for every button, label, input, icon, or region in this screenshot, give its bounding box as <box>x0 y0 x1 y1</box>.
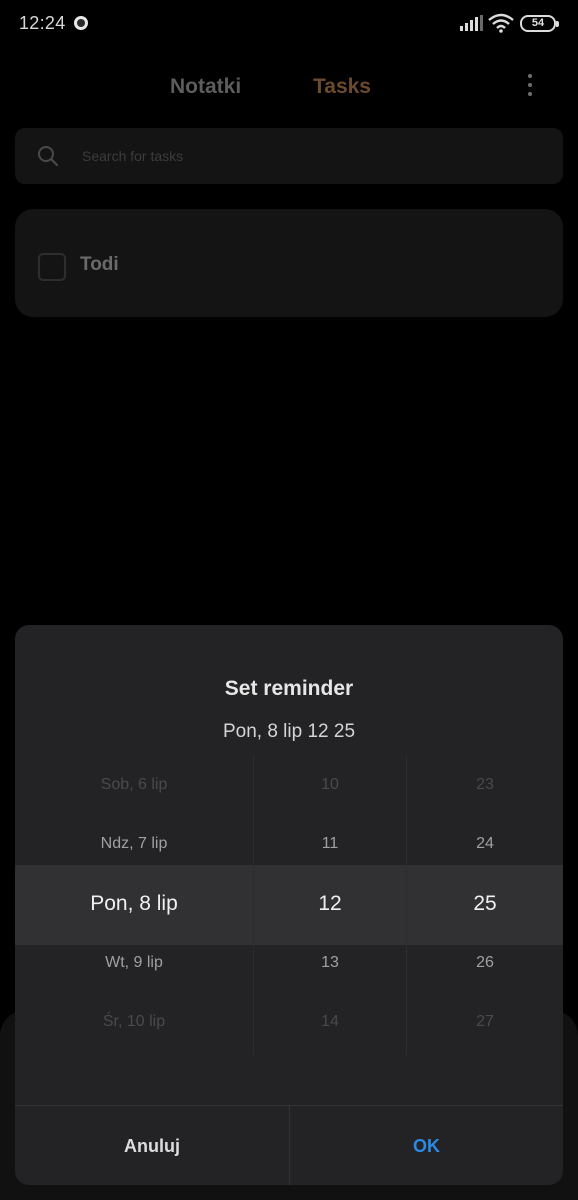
signal-icon <box>460 15 483 31</box>
hour-wheel[interactable]: 10 11 12 13 14 <box>254 755 406 1105</box>
date-option[interactable]: Sob, 6 lip <box>15 776 253 794</box>
date-wheel[interactable]: Sob, 6 lip Ndz, 7 lip Pon, 8 lip Wt, 9 l… <box>15 755 253 1105</box>
tab-notes[interactable]: Notatki <box>170 75 241 99</box>
minute-option-selected[interactable]: 25 <box>407 892 563 916</box>
more-options-icon[interactable] <box>524 74 536 102</box>
cancel-button[interactable]: Anuluj <box>15 1106 289 1185</box>
dialog-footer: Anuluj OK <box>15 1105 563 1185</box>
hour-option[interactable]: 14 <box>254 1013 406 1031</box>
search-icon <box>38 146 59 167</box>
hour-option[interactable]: 13 <box>254 954 406 972</box>
wifi-icon <box>488 13 514 33</box>
task-card[interactable]: Todi <box>15 209 563 317</box>
status-bar: 12:24 54 <box>0 0 578 48</box>
minute-wheel[interactable]: 23 24 25 26 27 <box>407 755 563 1105</box>
minute-option[interactable]: 24 <box>407 835 563 853</box>
set-reminder-dialog: Set reminder Pon, 8 lip 12 25 Sob, 6 lip… <box>15 625 563 1185</box>
date-option-selected[interactable]: Pon, 8 lip <box>15 892 253 916</box>
date-option[interactable]: Śr, 10 lip <box>15 1013 253 1031</box>
tab-tasks[interactable]: Tasks <box>313 75 371 99</box>
minute-option[interactable]: 27 <box>407 1013 563 1031</box>
hour-option[interactable]: 10 <box>254 776 406 794</box>
search-bar[interactable]: Search for tasks <box>15 128 563 184</box>
minute-option[interactable]: 23 <box>407 776 563 794</box>
ok-button[interactable]: OK <box>290 1106 563 1185</box>
hour-option[interactable]: 11 <box>254 835 406 853</box>
minute-option[interactable]: 26 <box>407 954 563 972</box>
hour-option-selected[interactable]: 12 <box>254 892 406 916</box>
dialog-title: Set reminder <box>224 677 354 700</box>
battery-icon: 54 <box>520 15 559 32</box>
status-time: 12:24 <box>19 13 66 33</box>
selected-datetime-summary: Pon, 8 lip 12 25 <box>222 721 356 742</box>
search-input[interactable]: Search for tasks <box>82 148 183 164</box>
datetime-picker[interactable]: Sob, 6 lip Ndz, 7 lip Pon, 8 lip Wt, 9 l… <box>15 755 563 1105</box>
date-option[interactable]: Wt, 9 lip <box>15 954 253 972</box>
task-checkbox[interactable] <box>38 253 66 281</box>
google-icon <box>74 16 88 30</box>
date-option[interactable]: Ndz, 7 lip <box>15 835 253 853</box>
task-title: Todi <box>80 254 119 275</box>
